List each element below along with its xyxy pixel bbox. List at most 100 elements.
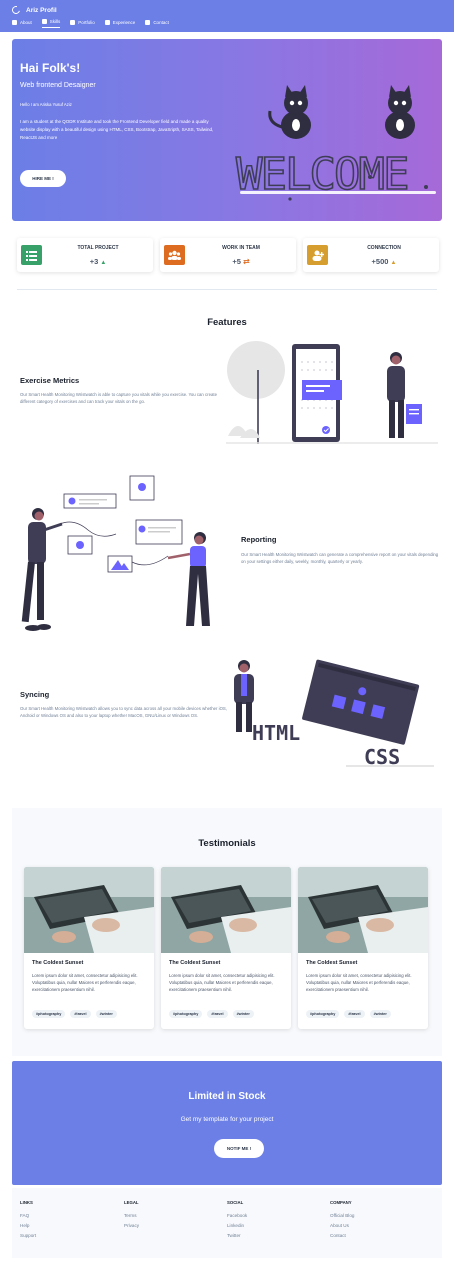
stat-value-row: +5 ⇄ (190, 257, 292, 266)
stat-value-row: +500 ▲ (333, 257, 435, 266)
feature-title: Reporting (241, 535, 277, 544)
hire-me-button[interactable]: HIRE ME ! (20, 170, 66, 187)
testimonials-title: Testimonials (198, 838, 256, 849)
cta-title: Limited in Stock (188, 1091, 266, 1102)
tag[interactable]: #photography (306, 1010, 340, 1018)
footer-link[interactable]: Terms (124, 1213, 139, 1218)
card-text: Lorem ipsum dolor sit amet, consectetur … (306, 973, 412, 992)
footer-heading: SOCIAL (227, 1200, 244, 1205)
feature-description: Our Smart Health Monitoring Wristwatch a… (20, 706, 227, 718)
users-icon (164, 245, 185, 265)
syncing-illustration: HTML CSS (234, 659, 434, 769)
nav-item-portfolio[interactable]: Portfolio (70, 19, 95, 28)
card-text: Lorem ipsum dolor sit amet, consectetur … (32, 973, 138, 992)
list-icon (21, 245, 42, 265)
footer-heading: LEGAL (124, 1200, 139, 1205)
laptop-photo (298, 867, 428, 953)
notif-me-button[interactable]: NOTIF ME ! (214, 1139, 264, 1158)
stat-value: +3 (89, 257, 99, 266)
card-tags: #photography #travel #winter (32, 1010, 117, 1018)
footer-link[interactable]: Facebook (227, 1213, 247, 1218)
feature-title: Syncing (20, 690, 50, 699)
laptop-photo (161, 867, 291, 953)
laptop-photo (24, 867, 154, 953)
stat-total-project: TOTAL PROJECT +3 ▲ (17, 238, 153, 272)
tag[interactable]: #winter (369, 1010, 391, 1018)
testimonial-card: The Coldest Sunset Lorem ipsum dolor sit… (298, 867, 428, 1029)
stat-value-row: +3 ▲ (47, 257, 149, 266)
tag[interactable]: #travel (70, 1010, 91, 1018)
tag[interactable]: #photography (32, 1010, 66, 1018)
html-label: HTML (252, 721, 300, 745)
user-plus-icon (307, 245, 328, 265)
stat-value: +5 (232, 257, 241, 266)
arrow-up-icon: ▲ (390, 260, 397, 266)
card-tags: #photography #travel #winter (169, 1010, 254, 1018)
home-icon (12, 19, 17, 25)
footer: LINKS FAQ Help Support LEGAL Terms Priva… (12, 1188, 442, 1258)
brand[interactable]: Ariz Profil (10, 4, 57, 16)
nav-menu: About Skills Portfolio Experience Contac… (12, 19, 169, 28)
footer-link[interactable]: Privacy (124, 1223, 139, 1228)
nav-label: About (20, 19, 32, 25)
card-text: Lorem ipsum dolor sit amet, consectetur … (169, 973, 275, 992)
footer-link[interactable]: Official Blog (330, 1213, 354, 1218)
folder-icon (104, 19, 110, 25)
nav-item-skills[interactable]: Skills (41, 19, 61, 28)
moon-icon (10, 4, 22, 16)
list-icon (41, 19, 47, 24)
hero-hello: Hello I am Ariska Yusuf Aziz (20, 102, 72, 107)
footer-heading: LINKS (20, 1200, 33, 1205)
footer-column-social: SOCIAL Facebook Linkedin Twitter (227, 1200, 247, 1243)
nav-item-about[interactable]: About (12, 19, 32, 28)
footer-link[interactable]: Twitter (227, 1233, 247, 1238)
nav-item-experience[interactable]: Experience (104, 19, 136, 28)
footer-column-links: LINKS FAQ Help Support (20, 1200, 36, 1243)
footer-column-legal: LEGAL Terms Privacy (124, 1200, 139, 1233)
stat-connection: CONNECTION +500 ▲ (303, 238, 439, 272)
hero-title: Hai Folk's! (20, 61, 81, 75)
stat-label: TOTAL PROJECT (77, 245, 119, 251)
feature-description: Our Smart Health Monitoring Wristwatch i… (20, 392, 217, 404)
card-tags: #photography #travel #winter (306, 1010, 391, 1018)
divider (17, 289, 437, 290)
features-title: Features (207, 317, 247, 328)
reporting-illustration (21, 475, 210, 631)
tag[interactable]: #winter (95, 1010, 117, 1018)
tag[interactable]: #photography (169, 1010, 203, 1018)
footer-link[interactable]: Contact (330, 1233, 354, 1238)
cta-subtitle: Get my template for your project (180, 1116, 274, 1123)
testimonial-card: The Coldest Sunset Lorem ipsum dolor sit… (161, 867, 291, 1029)
footer-link[interactable]: Linkedin (227, 1223, 247, 1228)
footer-link[interactable]: Help (20, 1223, 36, 1228)
stat-value: +500 (371, 257, 389, 266)
tag[interactable]: #winter (232, 1010, 254, 1018)
swap-arrows-icon: ⇄ (242, 257, 250, 266)
brand-name: Ariz Profil (26, 6, 57, 14)
tag[interactable]: #travel (207, 1010, 228, 1018)
navbar: Ariz Profil About Skills Portfolio Exper… (0, 0, 454, 32)
hero-description: I am a student at the QODR Institute and… (20, 119, 214, 140)
nav-item-contact[interactable]: Contact (145, 19, 169, 28)
nav-label: Experience (112, 19, 136, 25)
testimonial-card: The Coldest Sunset Lorem ipsum dolor sit… (24, 867, 154, 1029)
footer-heading: COMPANY (330, 1200, 352, 1205)
nav-label: Portfolio (78, 19, 95, 25)
footer-link[interactable]: Support (20, 1233, 36, 1238)
footer-link[interactable]: About Us (330, 1223, 354, 1228)
card-title: The Coldest Sunset (32, 960, 84, 966)
card-title: The Coldest Sunset (169, 960, 221, 966)
picture-icon (70, 19, 76, 25)
stat-label: WORK IN TEAM (222, 245, 260, 251)
footer-link[interactable]: FAQ (20, 1213, 36, 1218)
feature-description: Our Smart Health Monitoring Wristwatch c… (241, 552, 439, 564)
hero-banner: Hai Folk's! Web frontend Desaigner Hello… (12, 39, 442, 221)
tag[interactable]: #travel (344, 1010, 365, 1018)
hero-subtitle: Web frontend Desaigner (20, 82, 96, 89)
arrow-up-icon: ▲ (100, 260, 107, 266)
cat-icon (268, 85, 311, 139)
stat-label: CONNECTION (367, 245, 401, 251)
exercise-metrics-illustration (226, 341, 438, 444)
feature-title: Exercise Metrics (20, 376, 80, 385)
card-title: The Coldest Sunset (306, 960, 358, 966)
